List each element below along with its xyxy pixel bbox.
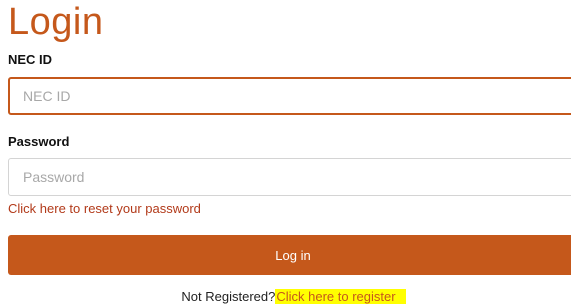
register-link[interactable]: Click here to register xyxy=(275,289,406,304)
register-row: Not Registered?Click here to register xyxy=(0,289,571,304)
login-page: Login NEC ID Password Click here to rese… xyxy=(0,0,571,308)
page-title: Login xyxy=(8,1,104,43)
not-registered-text: Not Registered? xyxy=(181,289,276,304)
password-label: Password xyxy=(8,134,70,149)
nec-id-input[interactable] xyxy=(8,77,571,115)
reset-password-link[interactable]: Click here to reset your password xyxy=(8,201,201,216)
password-input[interactable] xyxy=(8,158,571,196)
login-button[interactable]: Log in xyxy=(8,235,571,275)
nec-id-label: NEC ID xyxy=(8,52,53,67)
